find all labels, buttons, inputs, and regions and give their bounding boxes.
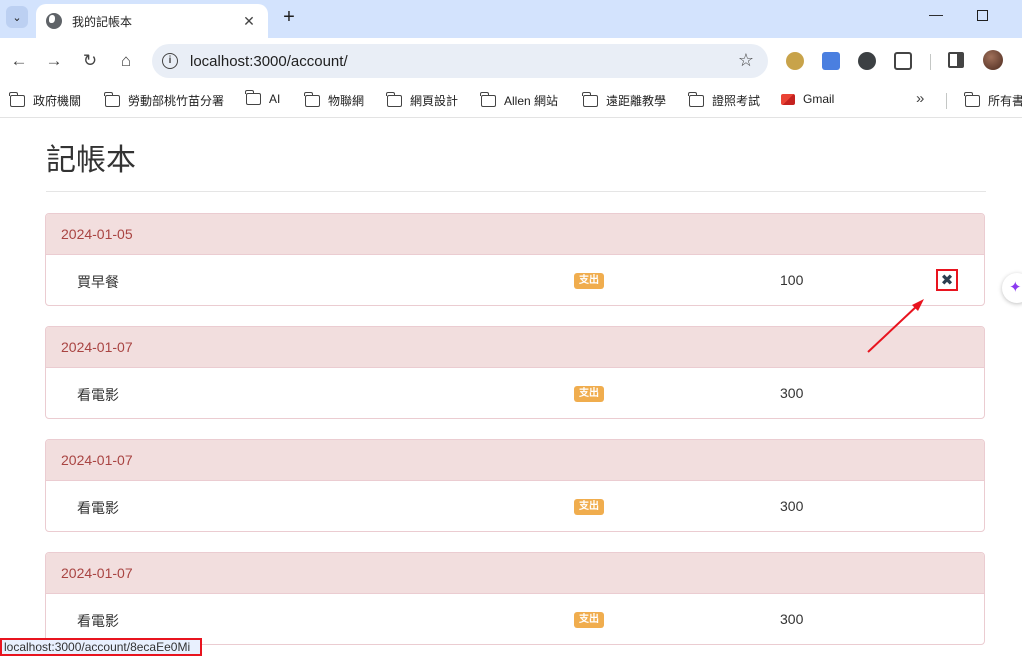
entry-type-badge: 支出 bbox=[574, 499, 604, 515]
tab-strip: ⌄ 我的記帳本 ✕ + — bbox=[0, 0, 1022, 38]
folder-icon bbox=[104, 91, 120, 107]
entry-name: 看電影 bbox=[77, 613, 119, 629]
entry-date: 2024-01-05 bbox=[46, 214, 984, 255]
entry-date: 2024-01-07 bbox=[46, 553, 984, 594]
entry-body: 看電影 支出 300 bbox=[46, 594, 984, 644]
site-info-icon[interactable]: i bbox=[162, 53, 178, 69]
bookmark-label: 物聯網 bbox=[328, 94, 365, 108]
entry-type-badge: 支出 bbox=[574, 612, 604, 628]
browser-tab[interactable]: 我的記帳本 ✕ bbox=[36, 4, 268, 38]
entry-panel: 2024-01-05 買早餐 支出 100 ✖ bbox=[45, 213, 985, 306]
bookmark-folder[interactable]: 勞動部桃竹苗分署 bbox=[104, 91, 225, 109]
folder-icon bbox=[9, 91, 25, 107]
entry-type-badge: 支出 bbox=[574, 386, 604, 402]
bookmark-gmail[interactable]: Gmail bbox=[781, 92, 834, 106]
address-bar[interactable]: i localhost:3000/account/ ☆ bbox=[152, 44, 768, 78]
entry-type-badge: 支出 bbox=[574, 273, 604, 289]
bookmark-label: Allen 網站 bbox=[504, 94, 559, 108]
bookmark-label: Gmail bbox=[803, 92, 835, 106]
toolbar-divider bbox=[930, 54, 931, 70]
tab-close-icon[interactable]: ✕ bbox=[240, 13, 258, 30]
title-divider bbox=[46, 191, 986, 192]
folder-icon bbox=[964, 91, 980, 107]
gmail-icon bbox=[781, 93, 795, 105]
reload-icon[interactable]: ↻ bbox=[79, 50, 101, 72]
chat-extension-icon[interactable] bbox=[858, 52, 876, 70]
browser-toolbar: ← → ↻ ⌂ i localhost:3000/account/ ☆ bbox=[0, 38, 1022, 84]
folder-icon bbox=[304, 91, 320, 107]
bookmark-folder[interactable]: Allen 網站 bbox=[480, 91, 559, 109]
folder-icon bbox=[688, 91, 704, 107]
entry-date: 2024-01-07 bbox=[46, 327, 984, 368]
bookmark-label: 遠距離教學 bbox=[606, 94, 667, 108]
bookmarks-bar: 政府機關 勞動部桃竹苗分署 AI 物聯網 網頁設計 Allen 網站 遠距離教學… bbox=[0, 84, 1022, 118]
entry-name: 買早餐 bbox=[77, 274, 119, 290]
entry-panel: 2024-01-07 看電影 支出 300 bbox=[45, 326, 985, 419]
bookmarks-divider bbox=[946, 93, 947, 109]
bookmark-folder[interactable]: 遠距離教學 bbox=[582, 91, 667, 109]
entry-body: 看電影 支出 300 bbox=[46, 368, 984, 418]
tab-search-button[interactable]: ⌄ bbox=[6, 6, 28, 28]
entry-amount: 100 bbox=[780, 272, 804, 288]
bookmark-label: 網頁設計 bbox=[410, 94, 459, 108]
back-arrow-icon[interactable]: ← bbox=[8, 50, 30, 72]
entry-amount: 300 bbox=[780, 611, 804, 627]
status-bar-url: localhost:3000/account/8ecaEe0Mi bbox=[0, 638, 203, 656]
translate-icon[interactable] bbox=[822, 52, 840, 70]
new-tab-button[interactable]: + bbox=[278, 7, 300, 29]
puzzle-icon[interactable] bbox=[894, 52, 912, 70]
bookmark-folder[interactable]: 所有書 bbox=[964, 91, 1022, 109]
bookmark-label: 勞動部桃竹苗分署 bbox=[128, 94, 225, 108]
avatar[interactable] bbox=[983, 50, 1003, 70]
maximize-button[interactable] bbox=[970, 6, 994, 24]
entry-panel: 2024-01-07 看電影 支出 300 bbox=[45, 439, 985, 532]
entry-amount: 300 bbox=[780, 385, 804, 401]
entry-date: 2024-01-07 bbox=[46, 440, 984, 481]
bookmark-folder[interactable]: AI bbox=[245, 90, 281, 106]
annotation-arrow-icon bbox=[867, 299, 924, 353]
page-content: 記帳本 2024-01-05 買早餐 支出 100 ✖ 2024-01-07 看… bbox=[0, 119, 1022, 656]
bookmark-folder[interactable]: 網頁設計 bbox=[386, 91, 459, 109]
sparkle-icon[interactable]: ✦ bbox=[1002, 273, 1022, 303]
bookmark-folder[interactable]: 證照考試 bbox=[688, 91, 761, 109]
bookmark-label: 證照考試 bbox=[712, 94, 761, 108]
annotation-arrow-line bbox=[867, 304, 919, 353]
bookmark-folder[interactable]: 物聯網 bbox=[304, 91, 365, 109]
extension-1-icon[interactable] bbox=[786, 52, 804, 70]
folder-icon bbox=[245, 90, 261, 105]
more-bookmarks-icon[interactable]: » bbox=[916, 90, 924, 107]
globe-icon bbox=[46, 13, 62, 29]
forward-arrow-icon[interactable]: → bbox=[43, 50, 65, 72]
entry-body: 買早餐 支出 100 ✖ bbox=[46, 255, 984, 305]
minimize-button[interactable]: — bbox=[924, 6, 948, 22]
maximize-icon bbox=[976, 10, 988, 21]
home-icon[interactable]: ⌂ bbox=[115, 50, 137, 72]
entry-name: 看電影 bbox=[77, 387, 119, 403]
side-panel-icon[interactable] bbox=[948, 52, 964, 68]
bookmark-folder[interactable]: 政府機關 bbox=[9, 91, 82, 109]
bookmark-label: 所有書 bbox=[988, 94, 1022, 108]
url-text[interactable]: localhost:3000/account/ bbox=[190, 53, 348, 70]
folder-icon bbox=[386, 91, 402, 107]
entry-name: 看電影 bbox=[77, 500, 119, 516]
bookmark-label: 政府機關 bbox=[33, 94, 82, 108]
bookmark-label: AI bbox=[269, 92, 281, 106]
bookmark-star-icon[interactable]: ☆ bbox=[738, 50, 754, 71]
entry-panel: 2024-01-07 看電影 支出 300 bbox=[45, 552, 985, 645]
tab-title: 我的記帳本 bbox=[72, 14, 133, 29]
entry-amount: 300 bbox=[780, 498, 804, 514]
delete-icon[interactable]: ✖ bbox=[936, 269, 958, 291]
entry-body: 看電影 支出 300 bbox=[46, 481, 984, 531]
folder-icon bbox=[582, 91, 598, 107]
folder-icon bbox=[480, 91, 496, 107]
page-title: 記帳本 bbox=[46, 144, 136, 177]
